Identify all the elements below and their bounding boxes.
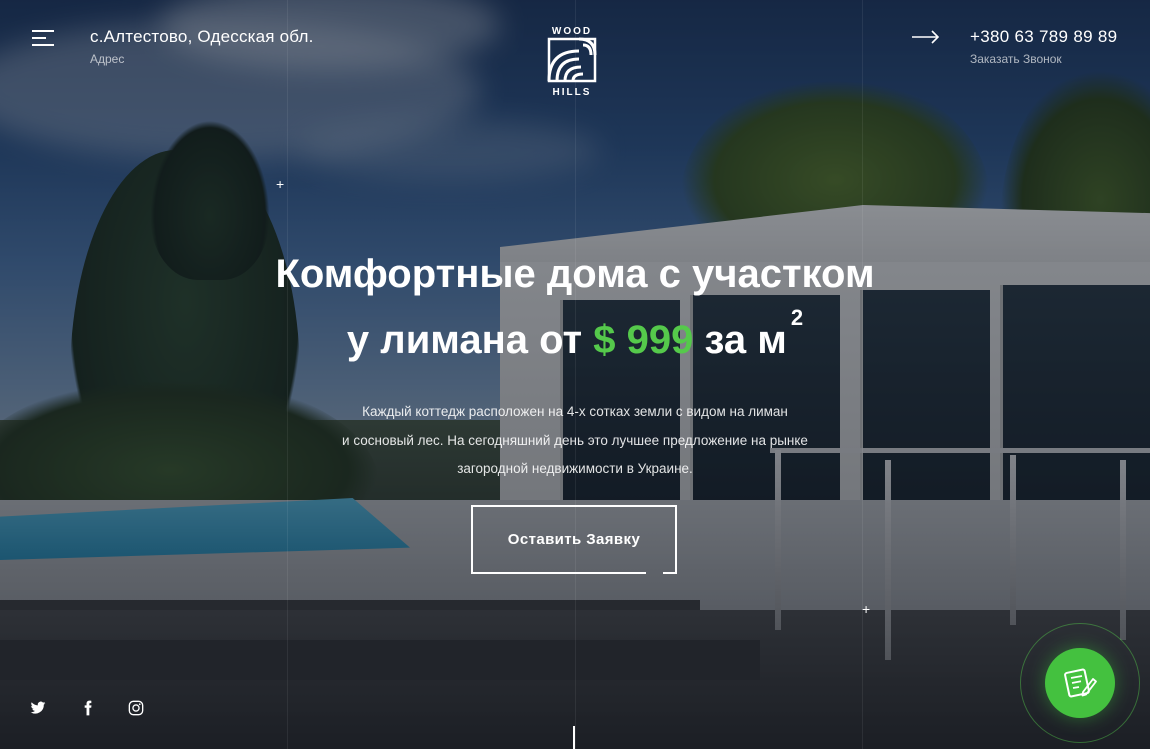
twitter-icon[interactable]	[30, 700, 46, 716]
hero-title-line2: у лимана от $ 999 за м2	[0, 305, 1150, 363]
scroll-indicator	[573, 726, 575, 749]
description-line: Каждый коттедж расположен на 4-х сотках …	[362, 404, 788, 419]
plus-mark: +	[276, 176, 285, 192]
submit-request-button[interactable]: Оставить Заявку	[471, 505, 677, 574]
logo-mark-icon	[547, 37, 597, 83]
logo-text-top: WOOD	[551, 26, 593, 37]
instagram-icon[interactable]	[128, 700, 144, 716]
hero-description: Каждый коттедж расположен на 4-х сотках …	[0, 398, 1150, 484]
plus-mark: +	[862, 601, 871, 617]
unit-superscript: 2	[790, 304, 804, 330]
hero-title-suffix: за м	[704, 318, 787, 362]
hero-title-line1: Комфортные дома с участком	[275, 252, 875, 296]
address-block: с.Алтестово, Одесская обл. Адрес	[90, 27, 314, 66]
form-edit-icon	[1064, 668, 1097, 698]
address-label: Адрес	[90, 52, 125, 66]
facebook-icon[interactable]	[80, 700, 96, 716]
description-line: и сосновый лес. На сегодняшний день это …	[342, 432, 808, 448]
callback-link[interactable]: Заказать Звонок	[970, 52, 1117, 66]
logo[interactable]: WOOD HILLS	[546, 27, 598, 98]
hero-background: + +	[0, 0, 1150, 749]
arrow-right-icon[interactable]	[912, 30, 940, 44]
menu-icon[interactable]	[32, 30, 54, 46]
phone-number[interactable]: +380 63 789 89 89	[970, 27, 1117, 47]
form-edit-button[interactable]	[1045, 648, 1115, 718]
address-text: с.Алтестово, Одесская обл.	[90, 27, 314, 46]
logo-text-bottom: HILLS	[552, 87, 592, 98]
phone-block[interactable]: +380 63 789 89 89 Заказать Звонок	[970, 27, 1117, 66]
price-highlight: $ 999	[593, 318, 694, 362]
description-line: загородной недвижимости в Украине.	[457, 461, 693, 476]
submit-request-label: Оставить Заявку	[507, 531, 641, 548]
hero-title-prefix: у лимана от	[346, 318, 583, 362]
